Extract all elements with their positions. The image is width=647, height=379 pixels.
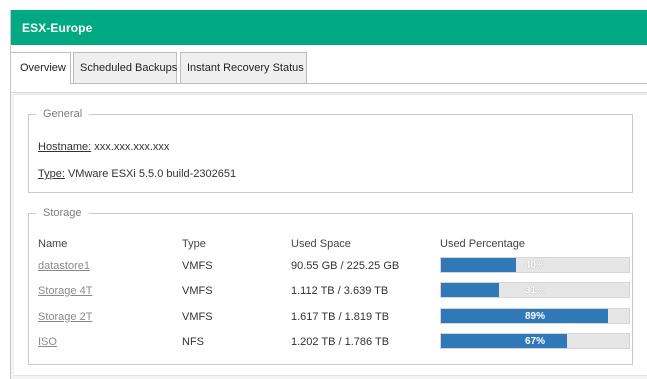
usage-bar: 40% <box>440 257 630 273</box>
datastore-type: VMFS <box>182 311 213 323</box>
column-header-type: Type <box>182 238 206 250</box>
datastore-type: VMFS <box>182 260 213 272</box>
datastore-used-space: 1.617 TB / 1.819 TB <box>291 311 390 323</box>
type-value: VMware ESXi 5.5.0 build-2302651 <box>67 168 237 180</box>
usage-percent-label: 89% <box>524 311 545 322</box>
tab-instant-recovery-status[interactable]: Instant Recovery Status <box>180 52 307 84</box>
tab-overview[interactable]: Overview <box>11 52 71 85</box>
datastore-name-link[interactable]: Storage 2T <box>38 311 92 323</box>
usage-bar: 31% <box>440 282 630 298</box>
column-header-name: Name <box>38 238 68 250</box>
datastore-type: NFS <box>182 336 204 348</box>
datastore-name-link[interactable]: ISO <box>38 336 57 348</box>
datastore-used-space: 1.202 TB / 1.786 TB <box>291 336 390 348</box>
storage-legend: Storage <box>43 207 82 219</box>
datastore-used-space: 1.112 TB / 3.639 TB <box>291 285 389 297</box>
datastore-name-link[interactable]: datastore1 <box>38 260 90 272</box>
type-row: Type: VMware ESXi 5.5.0 build-2302651 <box>38 168 236 180</box>
overview-panel: General Hostname: xxx.xxx.xxx.xxx Type: … <box>11 92 647 379</box>
usage-percent-label: 40% <box>524 260 545 271</box>
usage-bar: 89% <box>440 308 630 324</box>
hostname-value: xxx.xxx.xxx.xxx <box>94 141 170 153</box>
overview-content: General Hostname: xxx.xxx.xxx.xxx Type: … <box>14 94 647 376</box>
tab-bar: Overview Scheduled Backups Instant Recov… <box>11 45 647 85</box>
type-label: Type: <box>38 168 65 180</box>
usage-percent-label: 31% <box>524 285 545 296</box>
datastore-name-link[interactable]: Storage 4T <box>38 285 92 297</box>
general-section: General Hostname: xxx.xxx.xxx.xxx Type: … <box>28 108 633 193</box>
column-header-used-space: Used Space <box>291 238 351 250</box>
window-title: ESX-Europe <box>11 10 647 45</box>
general-legend: General <box>43 108 83 120</box>
datastore-used-space: 90.55 GB / 225.25 GB <box>291 260 400 272</box>
tab-scheduled-backups[interactable]: Scheduled Backups <box>73 52 177 84</box>
storage-section: Storage Name Type Used Space Used Percen… <box>28 207 633 365</box>
column-header-used-percentage: Used Percentage <box>440 238 525 250</box>
hostname-row: Hostname: xxx.xxx.xxx.xxx <box>38 141 169 153</box>
usage-bar: 67% <box>440 333 630 349</box>
datastore-type: VMFS <box>182 285 213 297</box>
window: ESX-Europe Overview Scheduled Backups In… <box>10 10 647 379</box>
hostname-label: Hostname: <box>38 141 92 153</box>
usage-percent-label: 67% <box>524 336 545 347</box>
